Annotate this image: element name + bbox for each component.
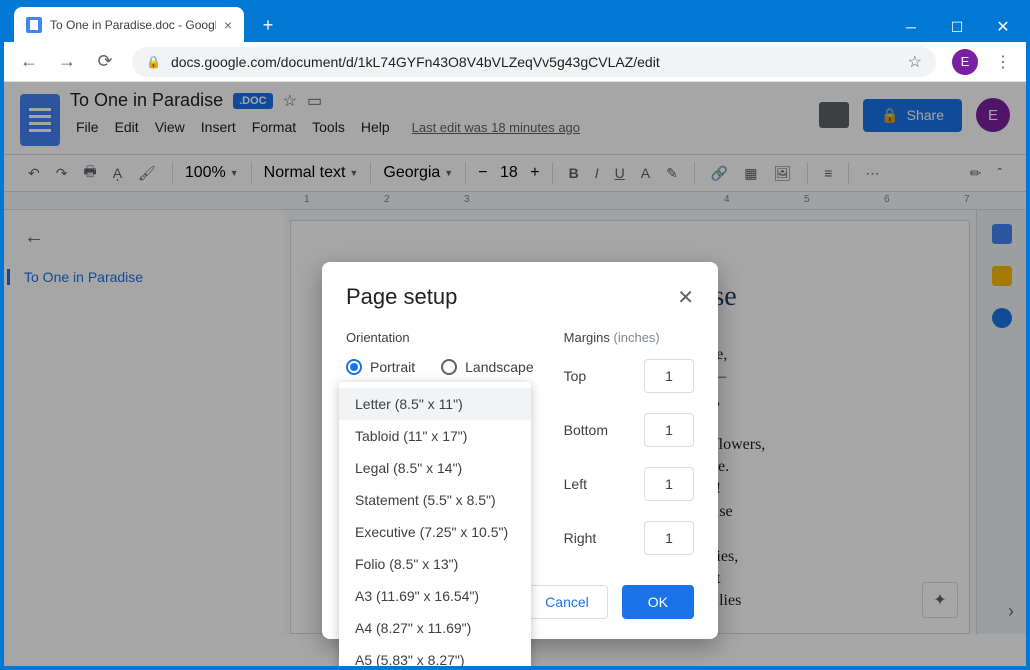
paper-size-option[interactable]: Executive (7.25" x 10.5") [339, 516, 531, 548]
minimize-button[interactable]: ─ [888, 12, 934, 42]
radio-dot-icon [346, 359, 362, 375]
paper-size-option[interactable]: Legal (8.5" x 14") [339, 452, 531, 484]
orientation-label: Orientation [346, 330, 534, 345]
titlebar: To One in Paradise.doc - Google × + ─ ☐ … [4, 0, 1026, 42]
margin-top-input[interactable] [644, 359, 694, 393]
margin-bottom-label: Bottom [564, 422, 608, 438]
paper-size-option[interactable]: Folio (8.5" x 13") [339, 548, 531, 580]
paper-size-option[interactable]: Letter (8.5" x 11") [339, 388, 531, 420]
docs-app: To One in Paradise .DOC ☆ ▭ File Edit Vi… [4, 82, 1026, 666]
margin-right-input[interactable] [644, 521, 694, 555]
paper-size-option[interactable]: A5 (5.83" x 8.27") [339, 644, 531, 666]
radio-dot-icon [441, 359, 457, 375]
margins-label: Margins (inches) [564, 330, 694, 345]
margin-right-label: Right [564, 530, 597, 546]
profile-avatar[interactable]: E [952, 49, 978, 75]
ok-button[interactable]: OK [622, 585, 694, 619]
lock-icon: 🔒 [146, 55, 161, 69]
url-text: docs.google.com/document/d/1kL74GYFn43O8… [171, 54, 898, 70]
back-button[interactable]: ← [12, 47, 46, 77]
close-tab-icon[interactable]: × [224, 17, 232, 33]
margin-bottom-input[interactable] [644, 413, 694, 447]
window-controls: ─ ☐ ✕ [888, 12, 1026, 42]
docs-favicon [26, 17, 42, 33]
address-bar: ← → ⟳ 🔒 docs.google.com/document/d/1kL74… [4, 42, 1026, 82]
new-tab-button[interactable]: + [254, 11, 282, 39]
radio-portrait[interactable]: Portrait [346, 359, 415, 375]
paper-size-dropdown: Letter (8.5" x 11") Tabloid (11" x 17") … [339, 382, 531, 666]
reload-button[interactable]: ⟳ [88, 47, 122, 77]
paper-size-option[interactable]: A3 (11.69" x 16.54") [339, 580, 531, 612]
browser-menu-icon[interactable]: ⋮ [988, 52, 1018, 72]
dialog-close-icon[interactable]: ✕ [677, 285, 694, 310]
paper-size-option[interactable]: A4 (8.27" x 11.69") [339, 612, 531, 644]
cancel-button[interactable]: Cancel [526, 585, 608, 619]
margin-top-label: Top [564, 368, 587, 384]
tab-title: To One in Paradise.doc - Google [50, 18, 216, 32]
radio-landscape[interactable]: Landscape [441, 359, 534, 375]
margin-left-input[interactable] [644, 467, 694, 501]
maximize-button[interactable]: ☐ [934, 12, 980, 42]
browser-tab[interactable]: To One in Paradise.doc - Google × [14, 7, 244, 42]
bookmark-star-icon[interactable]: ☆ [908, 52, 922, 72]
browser-window: To One in Paradise.doc - Google × + ─ ☐ … [4, 0, 1026, 666]
dialog-title: Page setup [346, 284, 457, 310]
margins-section: Margins (inches) Top Bottom Left Right [564, 330, 694, 575]
window-close-button[interactable]: ✕ [980, 12, 1026, 42]
margin-left-label: Left [564, 476, 587, 492]
forward-button[interactable]: → [50, 47, 84, 77]
paper-size-option[interactable]: Statement (5.5" x 8.5") [339, 484, 531, 516]
paper-size-option[interactable]: Tabloid (11" x 17") [339, 420, 531, 452]
url-box[interactable]: 🔒 docs.google.com/document/d/1kL74GYFn43… [132, 47, 936, 77]
